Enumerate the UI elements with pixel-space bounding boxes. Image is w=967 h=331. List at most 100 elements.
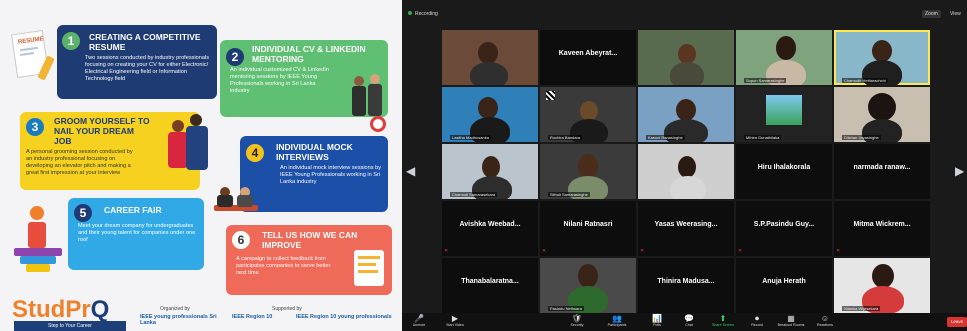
share-screen-button[interactable]: ⬆ Share Screen: [708, 314, 738, 328]
unmute-label: Unmute: [412, 323, 426, 327]
career-fair-illustration: [10, 200, 66, 280]
meeting-toolbar: 🎤 Unmute ▶ Start Video 🛡 Security 👥 Part…: [402, 313, 967, 331]
record-button[interactable]: ⏺ Record: [742, 314, 772, 328]
video-tile[interactable]: Anuja Herath: [736, 258, 832, 313]
participant-name: Thinira Madusa...: [657, 278, 715, 285]
video-tile[interactable]: Yasas Weerasing... ✕: [638, 201, 734, 256]
start-video-button[interactable]: ▶ Start Video: [440, 314, 470, 328]
security-label: Security: [570, 323, 584, 327]
video-tile[interactable]: Mihira Gunathilaka: [736, 87, 832, 142]
sup1-text: IEEE Region 10: [232, 314, 273, 320]
video-tile[interactable]: narmada ranaw...: [834, 144, 930, 199]
next-page-arrow[interactable]: ▶: [955, 164, 964, 178]
reactions-label: Reactions: [817, 323, 833, 327]
share-screen-label: Share Screen: [712, 323, 734, 327]
org1-text: IEEE young professionals Sri Lanka: [140, 314, 217, 326]
video-tile[interactable]: Chamodi Samarasekara: [442, 144, 538, 199]
participant-label: Dilshan Jayasinghe: [842, 135, 881, 140]
view-button[interactable]: View: [950, 11, 961, 17]
participant-label: Kasuni Ranasinghe: [646, 135, 685, 140]
video-tile[interactable]: Thanabalaratna...: [442, 258, 538, 313]
participant-label: Chamodh Hettiarachchi: [842, 78, 888, 83]
card-number: 6: [232, 231, 250, 249]
prev-page-arrow[interactable]: ◀: [406, 164, 415, 178]
participant-name: Nilani Ratnasri: [563, 221, 613, 228]
video-tile[interactable]: [638, 144, 734, 199]
leave-button[interactable]: Leave: [947, 317, 967, 327]
supported-by: Supported by: [272, 306, 302, 312]
card-desc: An individual mock interview sessions by…: [280, 165, 382, 185]
video-tile[interactable]: Lasitha Madhusanka: [442, 87, 538, 142]
muted-mic-icon: ✕: [640, 248, 645, 254]
tagline: Step to Your Career: [14, 321, 126, 331]
card-title: INDIVIDUAL MOCK INTERVIEWS: [276, 142, 353, 162]
breakout-rooms-icon: ▦: [787, 314, 795, 323]
video-tile[interactable]: S.P.Pasindu Guy... ✕: [736, 201, 832, 256]
breakout-rooms-label: Breakout Rooms: [777, 323, 805, 327]
participant-label: Lasitha Madhusanka: [450, 135, 491, 140]
muted-mic-icon: ✕: [444, 248, 449, 254]
card-number: 5: [74, 204, 92, 222]
video-tile[interactable]: Kaveen Abeyrat...: [540, 30, 636, 85]
video-tile[interactable]: [638, 30, 734, 85]
card-1: 1 CREATING A COMPETITIVE RESUME Two sess…: [57, 25, 217, 99]
microphone-icon: 🎤: [414, 314, 424, 323]
video-tile-active-speaker[interactable]: Chamodh Hettiarachchi: [834, 30, 930, 85]
card-title: CREATING A COMPETITIVE RESUME: [89, 32, 201, 52]
video-tile[interactable]: Ruchira Bandara: [540, 87, 636, 142]
zoom-level-button[interactable]: Zoom: [922, 10, 941, 18]
video-tile[interactable]: Nilanka Wijesekara: [834, 258, 930, 313]
video-tile[interactable]: Dilshan Jayasinghe: [834, 87, 930, 142]
breakout-rooms-button[interactable]: ▦ Breakout Rooms: [776, 314, 806, 328]
participants-button[interactable]: 👥 Participants: [602, 314, 632, 328]
card-number: 4: [246, 144, 264, 162]
participant-name: narmada ranaw...: [853, 164, 911, 171]
card-number: 1: [62, 32, 80, 50]
video-camera-icon: ▶: [451, 314, 459, 323]
card-desc: A campaign to collect feedback from part…: [236, 256, 331, 276]
participant-label: Sithuli Samarasinghe: [548, 192, 590, 197]
participant-label: Nilanka Wijesekara: [842, 306, 881, 311]
muted-mic-icon: ✕: [738, 248, 743, 254]
video-tile[interactable]: Thinira Madusa...: [638, 258, 734, 313]
chat-icon: 💬: [684, 314, 694, 323]
polls-icon: 📊: [652, 314, 662, 323]
participant-name: Thanabalaratna...: [461, 278, 519, 285]
polls-button[interactable]: 📊 Polls: [642, 314, 672, 328]
participant-label: Pasindu Nethsara: [548, 306, 584, 311]
participant-name: S.P.Pasindu Guy...: [753, 221, 815, 228]
resume-illustration: RESUME: [8, 28, 58, 86]
qr-icon: [546, 91, 555, 100]
card-5: 5 CAREER FAIR Meet your dream company fo…: [68, 198, 204, 270]
logo-text: StudPr: [12, 296, 91, 323]
participant-name: Kaveen Abeyrat...: [558, 50, 618, 57]
card-desc: Meet your dream company for undergraduat…: [78, 223, 196, 243]
start-video-label: Start Video: [446, 323, 464, 327]
video-tile[interactable]: Kasuni Ranasinghe: [638, 87, 734, 142]
chat-button[interactable]: 💬 Chat: [674, 314, 704, 328]
participant-name: Avishka Weebad...: [459, 221, 521, 228]
video-tile[interactable]: Nilani Ratnasri ✕: [540, 201, 636, 256]
zoom-top-bar: Recording Zoom View: [402, 7, 967, 23]
video-tile[interactable]: Mitma Wickrem... ✕: [834, 201, 930, 256]
card-title: TELL US HOW WE CAN IMPROVE: [262, 230, 358, 250]
interview-illustration: [212, 175, 262, 225]
mentoring-illustration: [350, 72, 394, 132]
video-tile[interactable]: Avishka Weebad... ✕: [442, 201, 538, 256]
video-tile[interactable]: Supun Samarasinghe: [736, 30, 832, 85]
video-tile[interactable]: Pasindu Nethsara: [540, 258, 636, 313]
video-tile[interactable]: Sithuli Samarasinghe: [540, 144, 636, 199]
sup2-text: IEEE Region 10 young professionals: [296, 314, 392, 320]
organized-by: Organized by: [160, 306, 190, 312]
security-button[interactable]: 🛡 Security: [562, 314, 592, 328]
participant-label: Ruchira Bandara: [548, 135, 583, 140]
zoom-meeting-window: Recording Zoom View ◀ ▶ Kaveen Abeyrat..…: [402, 0, 967, 331]
studpro-logo: StudPrQ: [12, 296, 109, 324]
unmute-button[interactable]: 🎤 Unmute: [404, 314, 434, 328]
region10-logo: IEEE Region 10: [232, 314, 282, 320]
card-title: CAREER FAIR: [104, 205, 162, 215]
share-screen-icon: ⬆: [719, 314, 727, 323]
video-tile[interactable]: [442, 30, 538, 85]
video-tile[interactable]: Hiru Ihalakorala: [736, 144, 832, 199]
reactions-button[interactable]: ☺ Reactions: [810, 314, 840, 328]
